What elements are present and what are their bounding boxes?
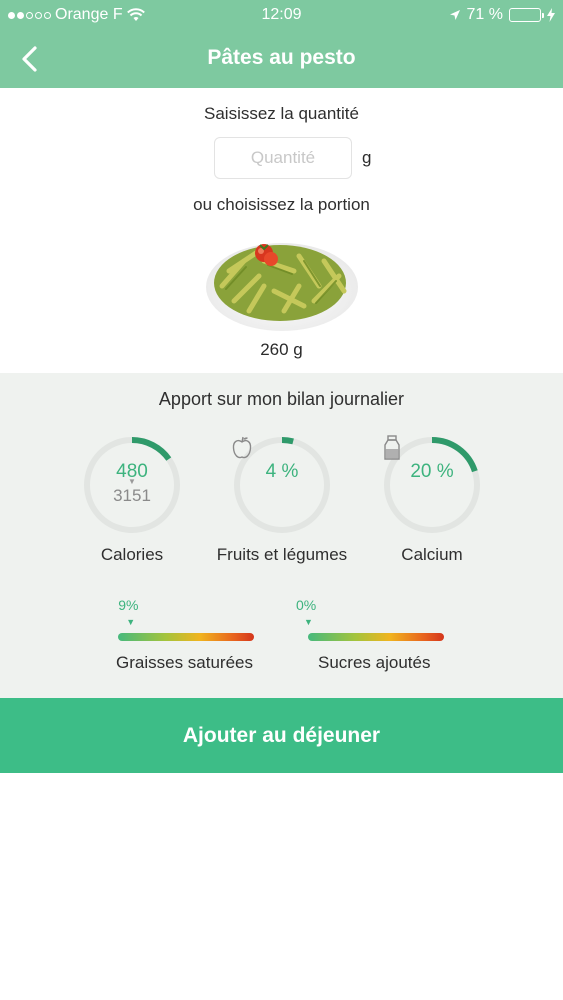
app-header: Orange F 12:09 71 % Pâtes au pesto (0, 0, 563, 88)
added-sugar-scale (308, 633, 444, 641)
calcium-label: Calcium (401, 545, 463, 564)
quantity-input[interactable] (214, 137, 352, 179)
saturated-fat-label: Graisses saturées (116, 653, 253, 672)
marker-triangle-icon: ▼ (126, 617, 136, 627)
calcium-gauge: 20 % (382, 435, 482, 535)
page-title: Pâtes au pesto (207, 46, 356, 69)
location-arrow-icon (449, 10, 460, 20)
calories-target: 3151 (113, 486, 151, 505)
added-sugar-indicator: 0% ▼ Sucres ajoutés (296, 597, 456, 672)
portion-prompt: ou choisissez la portion (193, 195, 370, 214)
intake-title: Apport sur mon bilan journalier (158, 389, 405, 409)
charging-bolt-icon (547, 8, 555, 22)
calcium-value: 20 % (410, 461, 454, 482)
milk-bottle-icon (384, 435, 400, 460)
status-right: 71 % (449, 6, 555, 24)
pasta-pesto-photo (206, 243, 358, 331)
quantity-unit: g (362, 148, 372, 167)
status-bar: Orange F 12:09 71 % (0, 0, 563, 30)
daily-intake-panel: Apport sur mon bilan journalier 480 ▼ 31… (0, 373, 563, 698)
quantity-section: Saisissez la quantité g ou choisissez la… (0, 88, 563, 373)
saturated-fat-indicator: 9% ▼ Graisses saturées (106, 597, 266, 672)
navigation-bar: Pâtes au pesto (0, 30, 563, 88)
battery-percent: 71 % (466, 6, 503, 23)
add-to-lunch-button[interactable]: Ajouter au déjeuner (0, 698, 563, 773)
portion-image[interactable] (204, 231, 359, 334)
fruits-vegetables-gauge: 4 % (232, 435, 332, 535)
saturated-fat-scale (118, 633, 254, 641)
portion-weight: 260 g (260, 340, 303, 359)
fruits-vegetables-value: 4 % (265, 461, 299, 482)
marker-triangle-icon: ▼ (304, 617, 313, 627)
added-sugar-label: Sucres ajoutés (318, 653, 431, 672)
battery-icon (509, 8, 544, 22)
calories-gauge: 480 ▼ 3151 (82, 435, 182, 535)
quantity-prompt: Saisissez la quantité (204, 104, 359, 123)
added-sugar-percent: 0% (296, 597, 317, 613)
saturated-fat-percent: 9% (118, 597, 139, 613)
caret-down-icon: ▼ (128, 477, 136, 486)
apple-icon (232, 436, 252, 459)
